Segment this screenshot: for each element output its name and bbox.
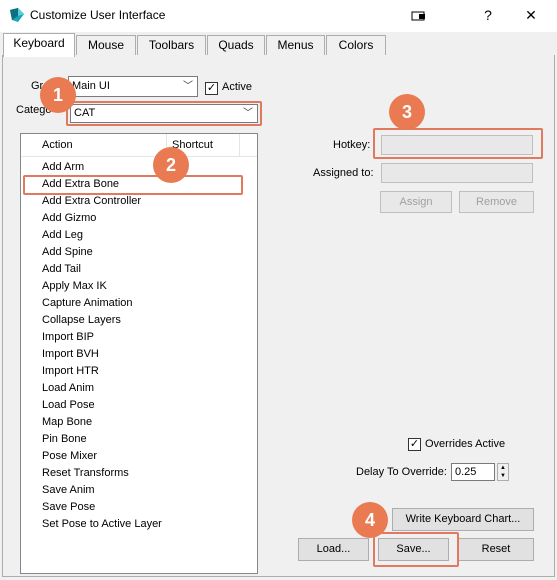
- list-item[interactable]: Capture Animation: [21, 295, 257, 312]
- action-column-header[interactable]: Action: [42, 139, 73, 151]
- active-label: Active: [222, 81, 252, 93]
- list-item[interactable]: Add Spine: [21, 244, 257, 261]
- active-checkbox[interactable]: ✓: [205, 82, 218, 95]
- tab-mouse[interactable]: Mouse: [76, 35, 136, 56]
- group-value: Main UI: [72, 80, 110, 92]
- remove-button[interactable]: Remove: [459, 191, 534, 213]
- list-item[interactable]: Pin Bone: [21, 431, 257, 448]
- assigned-to-field: [381, 163, 533, 183]
- callout-badge-3: 3: [389, 94, 425, 130]
- reset-button[interactable]: Reset: [458, 538, 534, 561]
- tab-keyboard[interactable]: Keyboard: [3, 33, 75, 57]
- list-item[interactable]: Import HTR: [21, 363, 257, 380]
- group-dropdown[interactable]: Main UI ﹀: [68, 76, 198, 97]
- callout-badge-4: 4: [352, 502, 388, 538]
- list-item[interactable]: Save Anim: [21, 482, 257, 499]
- callout-badge-2: 2: [153, 147, 189, 183]
- delay-input[interactable]: [451, 463, 495, 481]
- list-item[interactable]: Collapse Layers: [21, 312, 257, 329]
- help-button[interactable]: ?: [477, 6, 499, 24]
- title-bar: Customize User Interface ? ✕: [0, 0, 557, 32]
- list-item[interactable]: Add Gizmo: [21, 210, 257, 227]
- restore-icon[interactable]: [411, 10, 427, 22]
- overrides-checkbox[interactable]: ✓: [408, 438, 421, 451]
- category-highlight: [66, 101, 262, 126]
- save-highlight: [373, 532, 459, 567]
- window-title: Customize User Interface: [30, 8, 166, 22]
- hotkey-label: Hotkey:: [333, 139, 371, 151]
- tab-toolbars[interactable]: Toolbars: [137, 35, 206, 56]
- action-list[interactable]: Action Shortcut Add Arm Add Extra Bone Add…: [20, 133, 258, 574]
- tab-menus[interactable]: Menus: [266, 35, 325, 56]
- list-item[interactable]: Apply Max IK: [21, 278, 257, 295]
- delay-label: Delay To Override:: [356, 466, 447, 478]
- tab-quads[interactable]: Quads: [207, 35, 265, 56]
- callout-badge-1: 1: [40, 77, 76, 113]
- list-item[interactable]: Pose Mixer: [21, 448, 257, 465]
- delay-spinner[interactable]: ▲ ▼: [497, 463, 509, 481]
- list-item[interactable]: Load Anim: [21, 380, 257, 397]
- write-keyboard-chart-button[interactable]: Write Keyboard Chart...: [392, 508, 534, 531]
- list-item[interactable]: Add Tail: [21, 261, 257, 278]
- overrides-label: Overrides Active: [425, 438, 506, 450]
- spinner-up-icon[interactable]: ▲: [498, 464, 508, 472]
- chevron-down-icon: ﹀: [183, 81, 193, 92]
- assigned-to-label: Assigned to:: [313, 167, 374, 179]
- tab-colors[interactable]: Colors: [326, 35, 386, 56]
- list-header: Action Shortcut: [21, 134, 257, 157]
- list-item[interactable]: Load Pose: [21, 397, 257, 414]
- list-item[interactable]: Add Arm: [21, 159, 257, 176]
- list-item[interactable]: Add Leg: [21, 227, 257, 244]
- list-item[interactable]: Import BIP: [21, 329, 257, 346]
- list-item[interactable]: Import BVH: [21, 346, 257, 363]
- list-item[interactable]: Reset Transforms: [21, 465, 257, 482]
- list-item[interactable]: Add Extra Controller: [21, 193, 257, 210]
- list-item[interactable]: Save Pose: [21, 499, 257, 516]
- load-button[interactable]: Load...: [298, 538, 369, 561]
- spinner-down-icon[interactable]: ▼: [498, 472, 508, 480]
- tab-bar: Keyboard Mouse Toolbars Quads Menus Colo…: [0, 33, 557, 57]
- column-divider[interactable]: [239, 134, 240, 157]
- list-item[interactable]: Set Pose to Active Layer: [21, 516, 257, 533]
- app-logo-icon: [10, 8, 24, 22]
- hotkey-highlight: [373, 128, 543, 159]
- close-button[interactable]: ✕: [520, 6, 542, 24]
- list-item[interactable]: Map Bone: [21, 414, 257, 431]
- action-rows: Add Arm Add Extra Bone Add Extra Controlle…: [21, 159, 257, 533]
- assign-button[interactable]: Assign: [380, 191, 452, 213]
- selected-row-highlight: [23, 175, 243, 195]
